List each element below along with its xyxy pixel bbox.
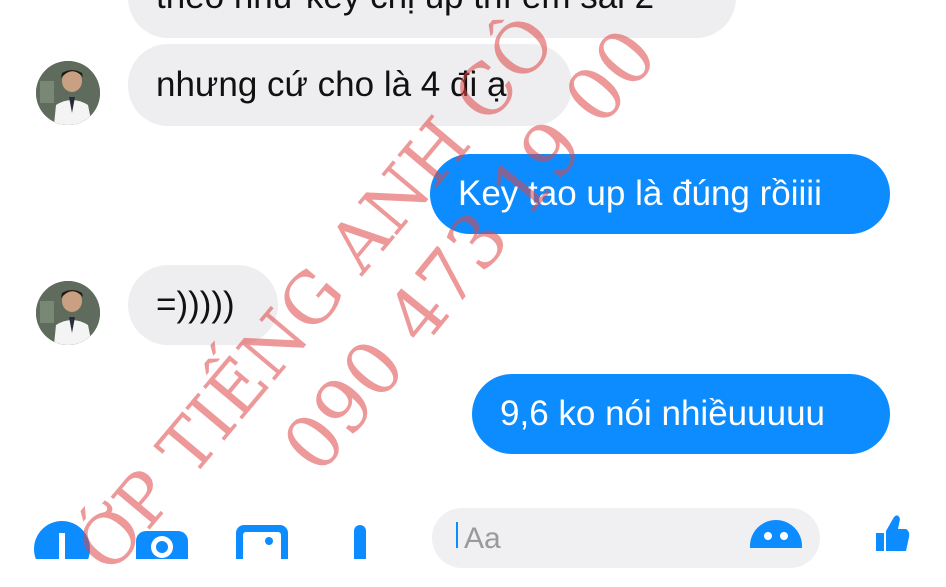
avatar[interactable] xyxy=(36,281,100,345)
avatar-image xyxy=(36,281,100,345)
message-text: theo như key chị úp thì em sai 2 xyxy=(156,0,654,17)
camera-icon[interactable] xyxy=(132,519,192,559)
message-bubble-incoming[interactable]: nhưng cứ cho là 4 đi ạ xyxy=(128,44,572,126)
composer-bar: Aa xyxy=(0,505,946,568)
avatar-image xyxy=(36,61,100,125)
composer-placeholder: Aa xyxy=(464,522,501,555)
message-bubble-outgoing[interactable]: Key tao up là đúng rồiiii xyxy=(430,154,890,234)
message-text: nhưng cứ cho là 4 đi ạ xyxy=(156,65,507,104)
thumbs-up-icon[interactable] xyxy=(872,511,912,551)
message-text: =))))) xyxy=(156,285,235,324)
text-cursor xyxy=(456,522,458,548)
message-bubble-outgoing[interactable]: 9,6 ko nói nhiềuuuuu xyxy=(472,374,890,454)
message-text: 9,6 ko nói nhiềuuuuu xyxy=(500,394,825,433)
message-bubble-incoming[interactable]: theo như key chị úp thì em sai 2 xyxy=(128,0,736,38)
avatar[interactable] xyxy=(36,61,100,125)
image-icon[interactable] xyxy=(232,519,292,559)
emoji-icon[interactable] xyxy=(748,518,804,548)
message-bubble-incoming[interactable]: =))))) xyxy=(128,265,278,345)
mic-icon[interactable] xyxy=(340,519,380,559)
composer-input[interactable]: Aa xyxy=(432,508,820,568)
plus-icon[interactable] xyxy=(32,519,92,559)
message-text: Key tao up là đúng rồiiii xyxy=(458,174,822,213)
